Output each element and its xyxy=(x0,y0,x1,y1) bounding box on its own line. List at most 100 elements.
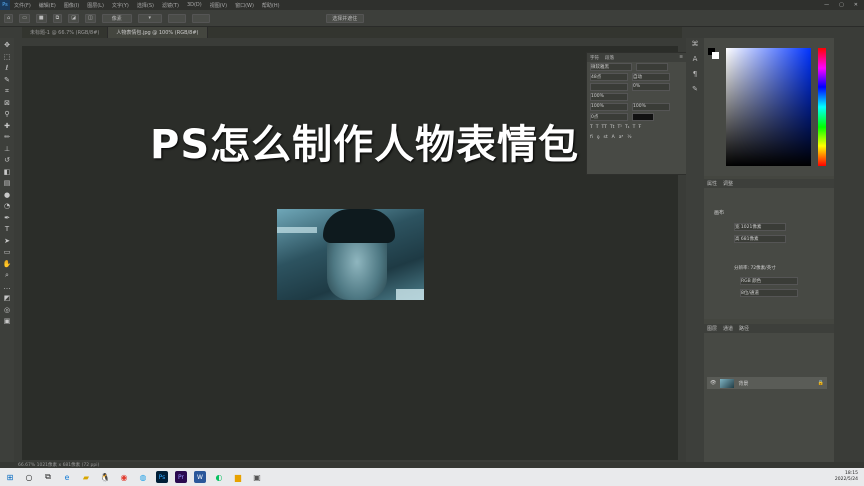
font-style-field[interactable] xyxy=(636,63,668,71)
document-image[interactable] xyxy=(277,209,424,300)
history-icon[interactable]: ⌘ xyxy=(690,40,700,49)
search-icon[interactable]: ○ xyxy=(23,471,35,483)
vertical-scale-field[interactable]: 100% xyxy=(590,103,628,111)
height-field[interactable] xyxy=(191,13,210,23)
eyedropper-tool-icon[interactable]: ⚲ xyxy=(2,109,12,120)
tab-layers[interactable]: 图层 xyxy=(707,325,717,332)
eraser-tool-icon[interactable]: ◧ xyxy=(2,167,12,178)
maximize-button[interactable]: ▢ xyxy=(839,2,844,8)
baseline-field[interactable]: 0点 xyxy=(590,113,628,121)
healing-brush-tool-icon[interactable]: ✚ xyxy=(2,121,12,132)
move-tool-icon[interactable]: ✥ xyxy=(2,40,12,51)
ordinal-icon[interactable]: aᵃ xyxy=(619,135,624,140)
pen-tool-icon[interactable]: ✒ xyxy=(2,213,12,224)
scale-field[interactable]: 100% xyxy=(590,93,628,101)
all-caps-icon[interactable]: TT xyxy=(602,125,607,130)
qq-icon[interactable]: 🐧 xyxy=(99,471,111,483)
fraction-icon[interactable]: ½ xyxy=(627,135,631,140)
marquee-tool-icon[interactable]: ⬚ xyxy=(2,52,12,63)
superscript-icon[interactable]: T¹ xyxy=(617,125,622,130)
canvas-width-field[interactable]: 宽 1021像素 xyxy=(734,223,786,231)
menu-help[interactable]: 帮助(H) xyxy=(258,2,284,9)
marquee-preset-icon[interactable]: ▭ xyxy=(19,13,30,23)
stylistic-icon[interactable]: st xyxy=(604,135,608,140)
eye-icon[interactable]: 👁 xyxy=(710,380,716,386)
close-button[interactable]: ✕ xyxy=(854,2,858,8)
intersect-selection-icon[interactable]: ◫ xyxy=(84,13,96,23)
background-color-swatch[interactable] xyxy=(712,52,719,59)
chat-icon[interactable]: ◐ xyxy=(213,471,225,483)
menu-window[interactable]: 窗口(W) xyxy=(231,2,258,9)
more-tools-icon[interactable]: … xyxy=(2,282,12,293)
edge-icon[interactable]: e xyxy=(61,471,73,483)
menu-view[interactable]: 视图(V) xyxy=(206,2,231,9)
tab-properties[interactable]: 属性 xyxy=(707,180,717,187)
folder-icon[interactable]: ▆ xyxy=(232,471,244,483)
new-selection-icon[interactable]: ■ xyxy=(35,13,47,23)
type-tool-icon[interactable]: T xyxy=(2,224,12,235)
small-caps-icon[interactable]: Tt xyxy=(610,125,615,130)
frame-tool-icon[interactable]: ⊠ xyxy=(2,98,12,109)
photoshop-icon[interactable]: Ps xyxy=(156,471,168,483)
blur-tool-icon[interactable]: ● xyxy=(2,190,12,201)
layer-row[interactable]: 👁 背景 🔒 xyxy=(707,377,827,389)
strikethrough-icon[interactable]: Ŧ xyxy=(638,125,641,130)
lasso-tool-icon[interactable]: ℓ xyxy=(2,63,12,74)
leading-field[interactable]: 自动 xyxy=(632,73,670,81)
panel-menu-icon[interactable]: ≡ xyxy=(679,55,686,60)
titling-icon[interactable]: A xyxy=(612,135,615,140)
dodge-tool-icon[interactable]: ◔ xyxy=(2,201,12,212)
history-brush-tool-icon[interactable]: ↺ xyxy=(2,155,12,166)
menu-select[interactable]: 选择(S) xyxy=(133,2,158,9)
subscript-icon[interactable]: T₁ xyxy=(625,125,630,130)
path-select-tool-icon[interactable]: ➤ xyxy=(2,236,12,247)
brush-settings-icon[interactable]: ✎ xyxy=(690,85,700,94)
tab-document-2[interactable]: 人物表情包.jpg @ 100% (RGB/8#) xyxy=(108,27,208,38)
app-icon[interactable]: ▣ xyxy=(251,471,263,483)
hue-slider[interactable] xyxy=(818,48,826,166)
faux-italic-icon[interactable]: T xyxy=(596,125,599,130)
text-color-swatch[interactable] xyxy=(632,113,654,121)
home-icon[interactable]: ⌂ xyxy=(4,13,14,23)
select-and-mask-button[interactable]: 选择并遮住 xyxy=(325,13,364,23)
character-icon[interactable]: A xyxy=(690,55,700,64)
subtract-selection-icon[interactable]: ◪ xyxy=(68,13,79,23)
media-icon[interactable]: ◍ xyxy=(137,471,149,483)
add-selection-icon[interactable]: ⧉ xyxy=(52,13,63,23)
width-field[interactable] xyxy=(167,13,186,23)
tab-document-1[interactable]: 未标题-1 @ 66.7% (RGB/8#) xyxy=(22,27,109,38)
tab-channels[interactable]: 通道 xyxy=(723,325,733,332)
brush-tool-icon[interactable]: ✏ xyxy=(2,132,12,143)
underline-icon[interactable]: T xyxy=(633,125,636,130)
tab-character[interactable]: 字符 xyxy=(590,55,599,61)
explorer-icon[interactable]: ▰ xyxy=(80,471,92,483)
minimize-button[interactable]: — xyxy=(824,2,829,8)
tracking-field[interactable]: 0% xyxy=(632,83,670,91)
ligature-icon[interactable]: fi xyxy=(590,135,593,140)
shape-tool-icon[interactable]: ▭ xyxy=(2,247,12,258)
quick-mask-icon[interactable]: ◎ xyxy=(2,305,12,316)
menu-3d[interactable]: 3D(D) xyxy=(183,2,206,8)
crop-tool-icon[interactable]: ⌗ xyxy=(2,86,12,97)
mode-dropdown[interactable]: RGB 颜色 xyxy=(740,277,798,285)
word-icon[interactable]: W xyxy=(194,471,206,483)
menu-edit[interactable]: 编辑(E) xyxy=(35,2,60,9)
premiere-icon[interactable]: Pr xyxy=(175,471,187,483)
style-dropdown[interactable]: ▾ xyxy=(137,13,162,23)
browser-icon[interactable]: ◉ xyxy=(118,471,130,483)
tab-paths[interactable]: 路径 xyxy=(739,325,749,332)
faux-bold-icon[interactable]: T xyxy=(590,125,593,130)
zoom-tool-icon[interactable]: ⌕ xyxy=(2,270,12,281)
tab-paragraph[interactable]: 段落 xyxy=(605,55,614,61)
font-size-field[interactable]: 48点 xyxy=(590,73,628,81)
tab-adjustments[interactable]: 调整 xyxy=(723,180,733,187)
clock[interactable]: 18:15 2022/5/24 xyxy=(835,471,864,483)
menu-type[interactable]: 文字(Y) xyxy=(108,2,133,9)
menu-layer[interactable]: 图层(L) xyxy=(83,2,108,9)
hand-tool-icon[interactable]: ✋ xyxy=(2,259,12,270)
bit-depth-dropdown[interactable]: 8位/通道 xyxy=(740,289,798,297)
menu-image[interactable]: 图像(I) xyxy=(60,2,83,9)
color-swatches-icon[interactable]: ◩ xyxy=(2,293,12,304)
paragraph-icon[interactable]: ¶ xyxy=(690,70,700,79)
swash-icon[interactable]: ꝯ xyxy=(597,134,600,140)
